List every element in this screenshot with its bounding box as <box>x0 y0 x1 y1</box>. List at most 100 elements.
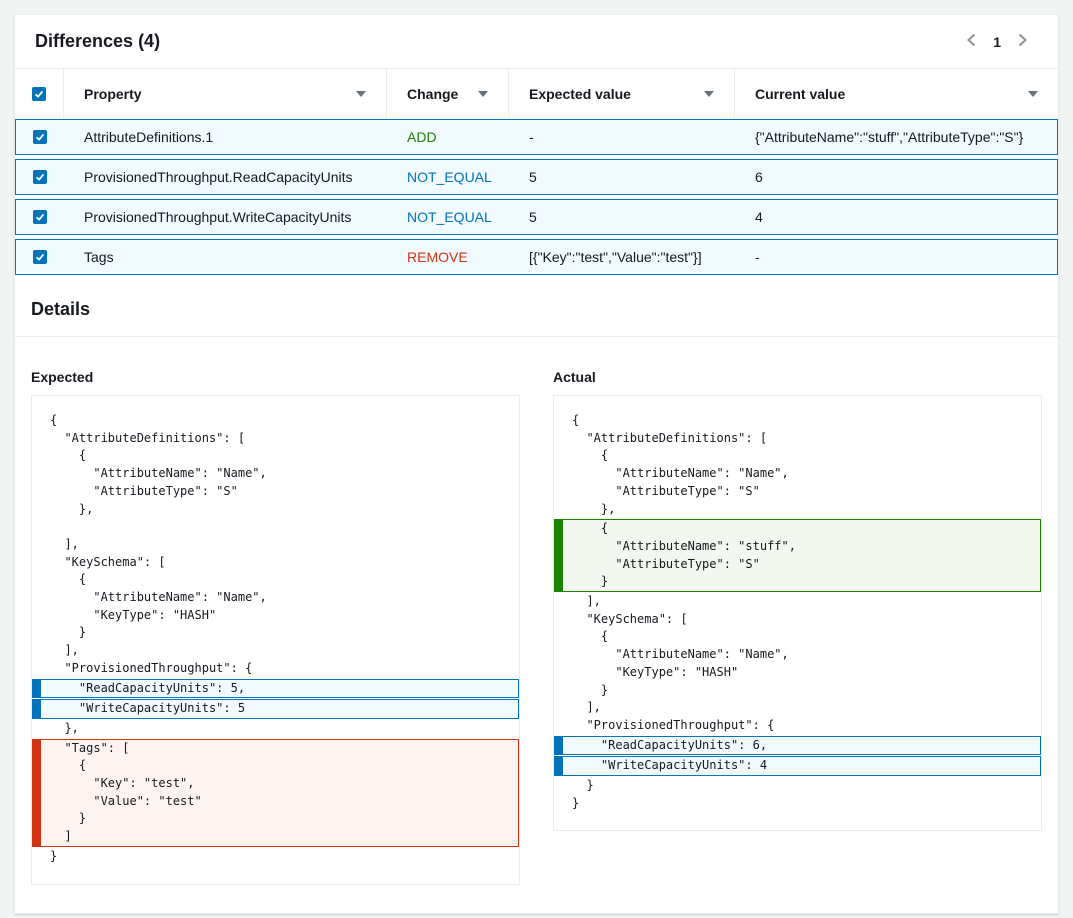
code-line: "Value": "test" <box>33 793 518 811</box>
next-page-button[interactable] <box>1015 30 1030 53</box>
code-line: "AttributeType": "S" <box>555 556 1040 574</box>
diff-highlight-removed: "Tags": [ { "Key": "test", "Value": "tes… <box>32 739 519 847</box>
row-expected: 5 <box>509 200 735 234</box>
code-line: } <box>554 777 1041 795</box>
code-line: "ReadCapacityUnits": 5, <box>33 680 518 698</box>
code-line: }, <box>32 720 519 738</box>
column-header-property-label: Property <box>84 86 142 102</box>
caret-down-icon[interactable] <box>704 91 714 97</box>
code-line: { <box>32 447 519 465</box>
code-line: "AttributeType": "S" <box>32 483 519 501</box>
table-row[interactable]: ProvisionedThroughput.WriteCapacityUnits… <box>15 199 1058 235</box>
code-line: "AttributeType": "S" <box>554 483 1041 501</box>
column-header-property[interactable]: Property <box>63 69 386 119</box>
column-header-expected-label: Expected value <box>529 86 631 102</box>
row-checkbox[interactable] <box>33 170 47 184</box>
table-row[interactable]: ProvisionedThroughput.ReadCapacityUnits … <box>15 159 1058 195</box>
code-line: } <box>33 810 518 828</box>
actual-code-panel: { "AttributeDefinitions": [ { "Attribute… <box>553 395 1042 831</box>
row-expected: 5 <box>509 160 735 194</box>
row-current: 6 <box>735 160 1057 194</box>
code-line: }, <box>554 501 1041 519</box>
code-line: "KeySchema": [ <box>554 611 1041 629</box>
diff-highlight-changed: "WriteCapacityUnits": 5 <box>32 699 519 719</box>
actual-panel-column: Actual { "AttributeDefinitions": [ { "At… <box>553 369 1042 831</box>
current-page-number[interactable]: 1 <box>993 34 1001 50</box>
code-line: "AttributeName": "Name", <box>32 589 519 607</box>
code-line: ], <box>32 536 519 554</box>
row-select-cell <box>16 240 64 274</box>
column-header-change-label: Change <box>407 86 458 102</box>
code-line: { <box>33 757 518 775</box>
code-line: "KeyType": "HASH" <box>554 664 1041 682</box>
row-change: NOT_EQUAL <box>387 200 509 234</box>
select-all-checkbox[interactable] <box>32 87 46 101</box>
row-checkbox[interactable] <box>33 130 47 144</box>
row-property: Tags <box>64 240 387 274</box>
code-line: { <box>555 520 1040 538</box>
code-line <box>32 518 519 536</box>
column-header-change[interactable]: Change <box>386 69 508 119</box>
row-expected: [{"Key":"test","Value":"test"}] <box>509 240 735 274</box>
caret-down-icon[interactable] <box>356 91 366 97</box>
code-line: "ReadCapacityUnits": 6, <box>555 737 1040 755</box>
code-line: { <box>32 571 519 589</box>
table-header: Property Change Expected value Current v… <box>15 69 1058 119</box>
code-line: } <box>32 624 519 642</box>
row-property: ProvisionedThroughput.WriteCapacityUnits <box>64 200 387 234</box>
code-line: "Key": "test", <box>33 775 518 793</box>
differences-count: (4) <box>138 31 160 51</box>
row-change: ADD <box>387 120 509 154</box>
differences-title: Differences (4) <box>35 31 160 52</box>
code-line: "AttributeDefinitions": [ <box>554 430 1041 448</box>
code-line: ], <box>32 642 519 660</box>
code-line: { <box>554 628 1041 646</box>
pagination: 1 <box>964 30 1038 53</box>
column-header-current[interactable]: Current value <box>734 69 1058 119</box>
table-row[interactable]: Tags REMOVE [{"Key":"test","Value":"test… <box>15 239 1058 275</box>
code-line: "AttributeName": "Name", <box>554 646 1041 664</box>
expected-panel-column: Expected { "AttributeDefinitions": [ { "… <box>31 369 520 885</box>
code-line: ], <box>554 699 1041 717</box>
caret-down-icon[interactable] <box>1028 91 1038 97</box>
details-title: Details <box>15 279 1058 337</box>
previous-page-button[interactable] <box>964 30 979 53</box>
row-checkbox[interactable] <box>33 250 47 264</box>
code-line: } <box>555 573 1040 591</box>
chevron-right-icon <box>1017 32 1028 51</box>
code-line: "AttributeName": "Name", <box>554 465 1041 483</box>
caret-down-icon[interactable] <box>478 91 488 97</box>
code-line: "WriteCapacityUnits": 4 <box>555 757 1040 775</box>
code-line: { <box>32 412 519 430</box>
row-change: REMOVE <box>387 240 509 274</box>
diff-highlight-changed: "ReadCapacityUnits": 6, <box>554 736 1041 756</box>
code-line: "AttributeDefinitions": [ <box>32 430 519 448</box>
row-property: AttributeDefinitions.1 <box>64 120 387 154</box>
column-header-expected[interactable]: Expected value <box>508 69 734 119</box>
code-line: "Tags": [ <box>33 740 518 758</box>
row-current: - <box>735 240 1057 274</box>
expected-code-panel: { "AttributeDefinitions": [ { "Attribute… <box>31 395 520 885</box>
row-checkbox[interactable] <box>33 210 47 224</box>
code-line: "ProvisionedThroughput": { <box>554 717 1041 735</box>
chevron-left-icon <box>966 32 977 51</box>
code-line: }, <box>32 501 519 519</box>
code-line: "KeySchema": [ <box>32 554 519 572</box>
code-line: { <box>554 447 1041 465</box>
code-line: "AttributeName": "stuff", <box>555 538 1040 556</box>
select-all-cell <box>15 69 63 119</box>
row-current: 4 <box>735 200 1057 234</box>
row-select-cell <box>16 160 64 194</box>
code-line: "WriteCapacityUnits": 5 <box>33 700 518 718</box>
row-current: {"AttributeName":"stuff","AttributeType"… <box>735 120 1057 154</box>
code-line: ], <box>554 593 1041 611</box>
code-line: } <box>554 795 1041 813</box>
drift-differences-card: Differences (4) 1 Property <box>14 14 1059 914</box>
differences-title-text: Differences <box>35 31 133 51</box>
code-line: "KeyType": "HASH" <box>32 607 519 625</box>
code-line: "AttributeName": "Name", <box>32 465 519 483</box>
table-row[interactable]: AttributeDefinitions.1 ADD - {"Attribute… <box>15 119 1058 155</box>
code-line: } <box>32 848 519 866</box>
diff-highlight-changed: "ReadCapacityUnits": 5, <box>32 679 519 699</box>
table-body: AttributeDefinitions.1 ADD - {"Attribute… <box>15 119 1058 275</box>
